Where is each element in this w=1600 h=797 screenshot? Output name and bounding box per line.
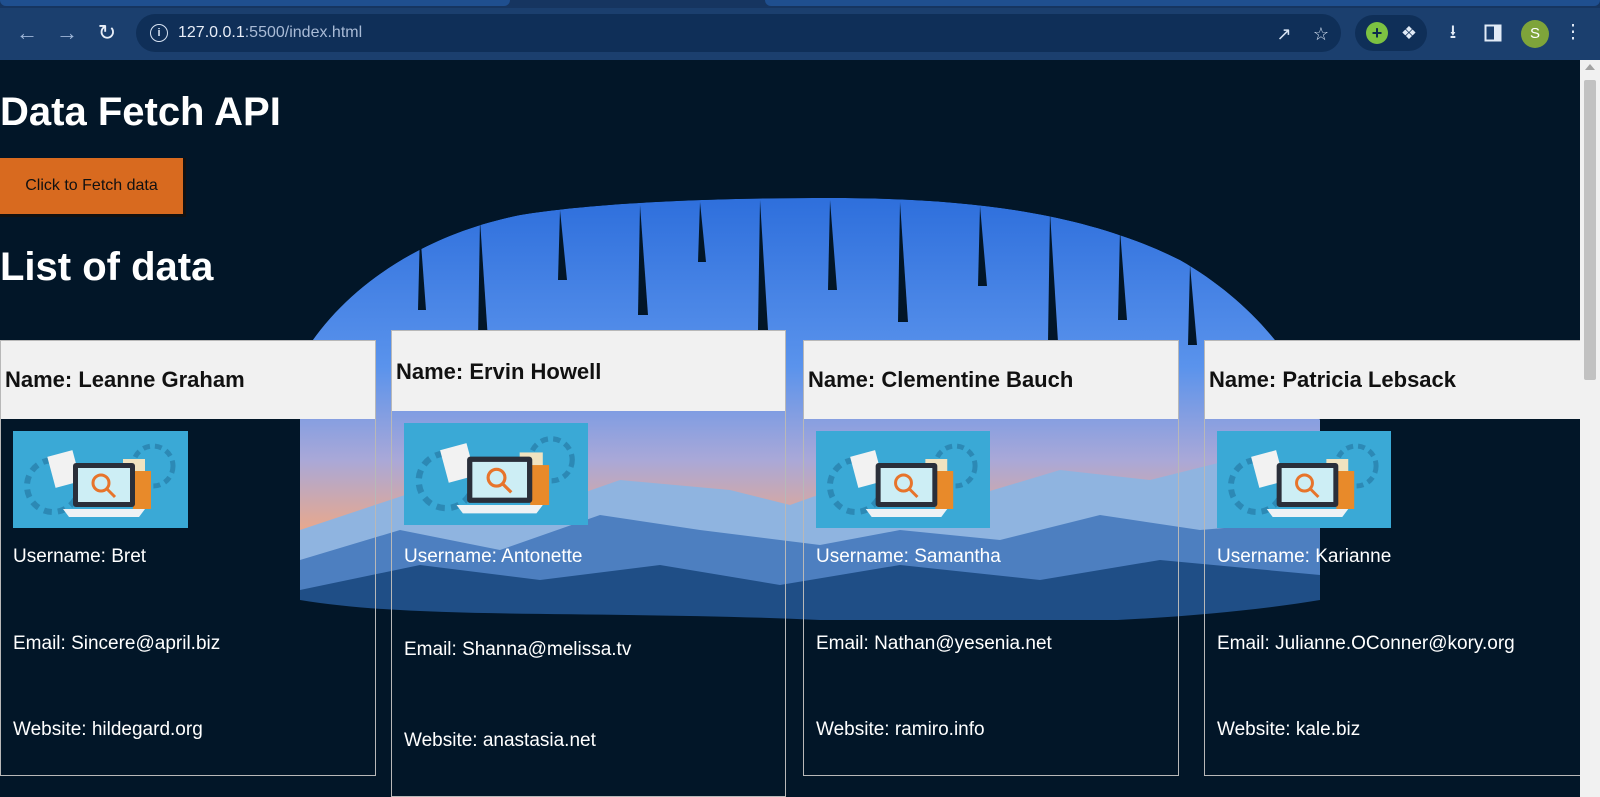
tab-right[interactable] xyxy=(765,0,1600,6)
user-website: Website: anastasia.net xyxy=(404,730,596,751)
user-email: Email: Nathan@yesenia.net xyxy=(816,633,1052,654)
user-thumbnail-image xyxy=(404,423,588,525)
user-name: Name: Ervin Howell xyxy=(396,359,602,384)
back-icon[interactable]: ← xyxy=(12,18,42,48)
user-card: Name: Ervin Howell Username: Antonette E… xyxy=(391,330,786,797)
user-card: Name: Leanne Graham Username: Bret Email… xyxy=(0,340,376,776)
scrollbar-thumb[interactable] xyxy=(1584,80,1596,380)
url-path: :5500/index.html xyxy=(244,24,363,41)
fetch-data-button[interactable]: Click to Fetch data xyxy=(0,158,186,217)
laptop-search-icon xyxy=(1217,431,1391,528)
user-name: Name: Patricia Lebsack xyxy=(1209,367,1457,392)
user-card-header: Name: Leanne Graham xyxy=(1,341,375,419)
url-text[interactable]: 127.0.0.1:5500/index.html xyxy=(178,24,362,42)
puzzle-icon[interactable]: ❖ xyxy=(1397,21,1421,45)
laptop-search-icon xyxy=(13,431,188,528)
extension-green-icon[interactable]: + xyxy=(1366,22,1388,44)
list-heading: List of data xyxy=(0,245,214,289)
user-email: Email: Shanna@melissa.tv xyxy=(404,639,632,660)
user-username: Username: Karianne xyxy=(1217,546,1392,567)
menu-icon[interactable]: ⋮ xyxy=(1560,20,1586,46)
user-thumbnail-image xyxy=(13,431,188,528)
user-card: Name: Clementine Bauch Username: Samanth… xyxy=(803,340,1179,776)
page-title: Data Fetch API xyxy=(0,90,281,134)
extensions-pill: + ❖ xyxy=(1355,15,1427,51)
info-icon[interactable]: i xyxy=(150,24,168,42)
share-icon[interactable]: ↗ xyxy=(1273,23,1295,45)
forward-icon[interactable]: → xyxy=(52,18,82,48)
user-name: Name: Leanne Graham xyxy=(5,367,245,392)
tab-strip xyxy=(0,0,1600,8)
user-website: Website: ramiro.info xyxy=(816,719,985,740)
user-email: Email: Julianne.OConner@kory.org xyxy=(1217,633,1515,654)
star-icon[interactable]: ☆ xyxy=(1310,23,1332,45)
user-thumbnail-image xyxy=(816,431,990,528)
user-card-header: Name: Clementine Bauch xyxy=(804,341,1178,419)
user-card: Name: Patricia Lebsack Username: Kariann… xyxy=(1204,340,1580,776)
reload-icon[interactable]: ↻ xyxy=(92,18,122,48)
user-card-header: Name: Ervin Howell xyxy=(392,331,785,411)
user-email: Email: Sincere@april.biz xyxy=(13,633,221,654)
user-username: Username: Bret xyxy=(13,546,147,567)
user-website: Website: kale.biz xyxy=(1217,719,1361,740)
user-username: Username: Samantha xyxy=(816,546,1001,567)
user-thumbnail-image xyxy=(1217,431,1391,528)
laptop-search-icon xyxy=(816,431,990,528)
laptop-search-icon xyxy=(404,423,588,525)
browser-toolbar: ← → ↻ i 127.0.0.1:5500/index.html ↗ ☆ + … xyxy=(0,0,1600,60)
tab-left[interactable] xyxy=(0,0,510,6)
side-panel-icon[interactable] xyxy=(1480,20,1506,46)
page-scrollbar[interactable] xyxy=(1580,60,1600,797)
user-username: Username: Antonette xyxy=(404,546,583,567)
profile-avatar[interactable]: S xyxy=(1521,20,1549,48)
url-host: 127.0.0.1 xyxy=(178,24,245,41)
download-icon[interactable]: ⭳ xyxy=(1440,20,1466,46)
user-card-header: Name: Patricia Lebsack xyxy=(1205,341,1580,419)
scroll-up-icon[interactable] xyxy=(1585,64,1595,70)
user-name: Name: Clementine Bauch xyxy=(808,367,1074,392)
page-viewport: Data Fetch API Click to Fetch data List … xyxy=(0,60,1580,797)
address-bar[interactable]: i 127.0.0.1:5500/index.html ↗ ☆ xyxy=(136,14,1341,52)
user-website: Website: hildegard.org xyxy=(13,719,203,740)
